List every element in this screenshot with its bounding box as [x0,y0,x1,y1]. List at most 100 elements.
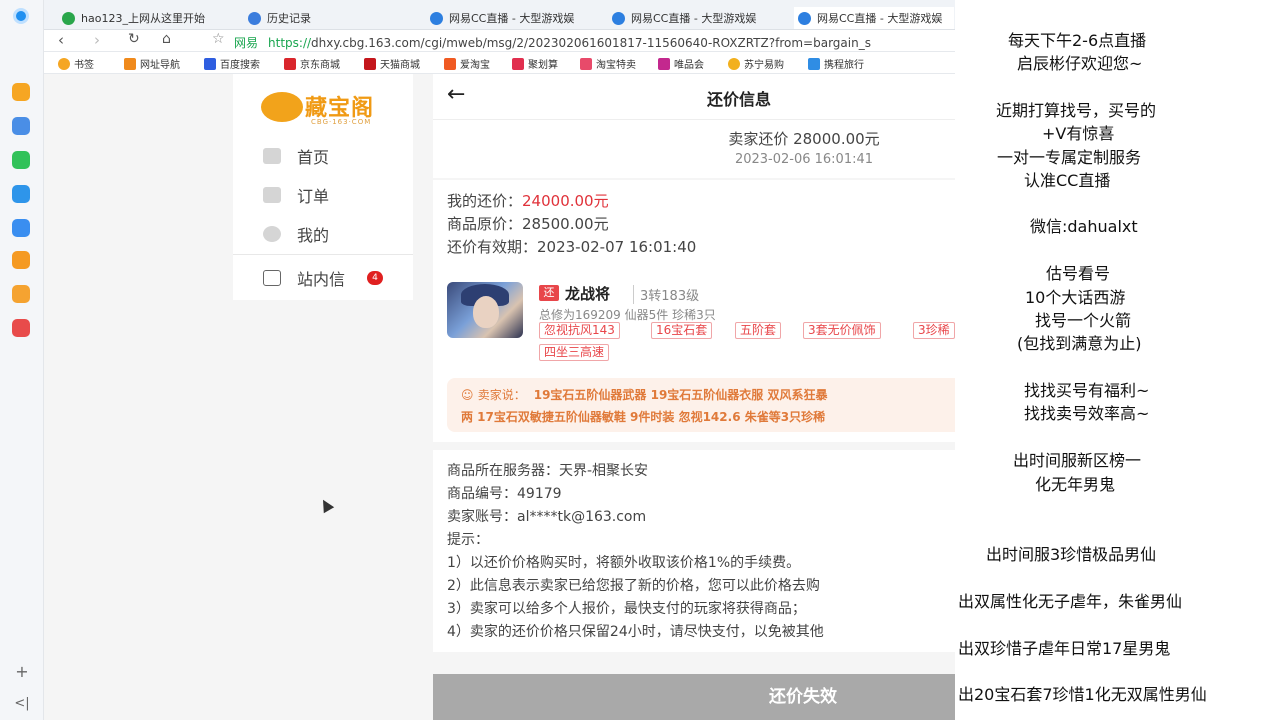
order-icon [263,187,281,203]
clock-icon[interactable] [12,117,30,135]
overlay-line: 找找买号有福利~ [1024,381,1150,400]
role-level: 3转183级 [633,285,699,304]
seller-offer: 卖家还价 28000.00元 2023-02-06 16:01:41 [433,120,955,178]
tab-label: 网易CC直播 - 大型游戏娱 [817,12,943,25]
overlay-line: 启辰彬仔欢迎您~ [1017,54,1143,73]
bookmark-label: 爱淘宝 [460,60,490,71]
seller-note-text: 19宝石五阶仙器武器 19宝石五阶仙器衣服 双风系狂暴 [533,388,828,402]
my-offer: 我的还价：24000.00元 [447,190,609,211]
nav-mine[interactable]: 我的 [263,222,329,246]
reload-icon[interactable]: ↻ [128,31,140,47]
bookmark-label: 淘宝特卖 [596,60,636,71]
logo-subtext: CBG·163·COM [311,118,372,126]
role-tag: 3珍稀 [913,322,955,339]
seller-offer-price: 卖家还价 28000.00元 [728,130,880,148]
star-icon[interactable]: ☆ [212,31,225,47]
overlay-line: 估号看号 [1046,264,1111,283]
star-bookmark-icon [58,57,70,70]
tab-cc-live-1[interactable]: 网易CC直播 - 大型游戏娱 [430,7,600,29]
wechat-icon[interactable] [12,151,30,169]
search-icon[interactable] [12,251,30,269]
game-icon[interactable] [12,319,30,337]
overlay-line: 每天下午2-6点直播 [1008,31,1147,50]
server-info: 商品所在服务器：天界-相聚长安 [447,463,649,479]
overlay-line: 近期打算找号，买号的 [996,101,1157,120]
favorites-icon[interactable] [12,83,30,101]
address-bar: ‹ › ↻ ⌂ ☆ 网易 https://dhxy.cbg.163.com/cgi… [44,30,955,52]
bargain-tag: 还 [539,285,559,301]
bookmark-icon [204,57,216,70]
overlay-line: 微信:dahualxt [1030,217,1138,236]
divider [233,254,413,255]
role-tag: 四坐三高速 [539,344,610,361]
forward-nav-icon[interactable]: › [94,31,100,49]
bookmark-item[interactable]: 书签 [58,56,94,71]
stream-overlay: 每天下午2-6点直播 启辰彬仔欢迎您~ 近期打算找号，买号的 +V有惊喜 一对一… [955,0,1280,720]
original-price: 商品原价：28500.00元 [447,215,609,233]
role-tag: 忽视抗风143 [539,322,620,339]
history-icon [248,11,261,25]
bookmark-icon [512,57,524,70]
cloud-icon[interactable] [12,219,30,237]
bookmark-item[interactable]: 爱淘宝 [444,56,490,71]
seller-note: ☺ 卖家说： 19宝石五阶仙器武器 19宝石五阶仙器衣服 双风系狂暴 两 17宝石… [447,378,955,432]
role-tags: 忽视抗风143 16宝石套 五阶套 3套无价佩饰 3珍稀 四坐三高速 [539,322,955,362]
cbg-logo[interactable]: 藏宝阁 CBG·163·COM [261,88,391,128]
bookmark-item[interactable]: 携程旅行 [808,56,864,71]
nav-messages[interactable]: 站内信 4 [263,266,384,290]
tip-line: 3）卖家可以给多个人报价，最快支付的玩家将获得商品； [447,601,806,617]
bookmark-label: 苏宁易购 [744,60,784,71]
add-icon[interactable]: + [0,662,44,681]
role-tag: 3套无价佩饰 [803,322,881,339]
tab-history[interactable]: 历史记录 [248,7,408,29]
bookmark-icon [728,57,740,70]
nav-orders[interactable]: 订单 [263,183,329,207]
bookmark-item[interactable]: 天猫商城 [364,56,420,71]
tab-label: 网易CC直播 - 大型游戏娱 [449,12,575,25]
bookmark-item[interactable]: 唯品会 [658,56,704,71]
header: ← 还价信息 [433,74,955,120]
site-nav: 藏宝阁 CBG·163·COM 首页 订单 我的 站内信 4 [233,74,413,300]
bookmark-item[interactable]: 京东商城 [284,56,340,71]
tab-cc-live-3[interactable]: 网易CC直播 - 大型游戏娱 [794,7,954,29]
my-offer-label: 我的还价： [447,192,523,210]
role-avatar[interactable] [447,282,523,338]
unread-badge: 4 [367,271,384,285]
screen: + <| hao123_上网从这里开始 历史记录 网易CC直播 - 大型游戏娱 … [0,0,1280,720]
folder-icon[interactable] [12,285,30,303]
tab-cc-live-2[interactable]: 网易CC直播 - 大型游戏娱 [612,7,782,29]
collapse-icon[interactable]: <| [0,696,44,711]
home-icon[interactable]: ⌂ [162,31,171,47]
bookmark-item[interactable]: 淘宝特卖 [580,56,636,71]
bookmark-icon [444,57,456,70]
browser-logo-icon[interactable] [13,8,29,24]
bookmark-item[interactable]: 网址导航 [124,56,180,71]
cc-live-icon [798,11,811,25]
gift-icon[interactable] [12,185,30,203]
cc-live-icon [430,11,443,25]
back-nav-icon[interactable]: ‹ [58,31,64,49]
bookmark-item[interactable]: 聚划算 [512,56,558,71]
bookmark-icon [658,57,670,70]
page-viewport: 藏宝阁 CBG·163·COM 首页 订单 我的 站内信 4 ← 还价信息 卖家… [44,74,955,720]
tip-line: 1）以还价价格购买时，将额外收取该价格1%的手续费。 [447,555,801,571]
overlay-line: 找号一个火箭 [1035,311,1132,330]
nav-label: 站内信 [297,270,346,289]
bookmark-label: 聚划算 [528,60,558,71]
url-path: dhxy.cbg.163.com/cgi/mweb/msg/2/20230206… [311,36,871,50]
chat-icon: ☺ [461,388,474,402]
bookmark-label: 天猫商城 [380,60,420,71]
bookmark-label: 百度搜索 [220,60,260,71]
tab-hao123[interactable]: hao123_上网从这里开始 [62,7,232,29]
seller-note-label: 卖家说： [477,388,526,402]
url-input[interactable]: 网易 https://dhxy.cbg.163.com/cgi/mweb/msg/… [234,34,934,51]
treasure-bag-icon [261,92,303,122]
tip-line: 4）卖家的还价价格只保留24小时，请尽快支付，以免被其他 [447,624,824,640]
role-name[interactable]: 龙战将 [565,283,610,304]
offer-expiry: 还价有效期：2023-02-07 16:01:40 [447,238,697,256]
bookmark-item[interactable]: 百度搜索 [204,56,260,71]
overlay-line: 出时间服3珍惜极品男仙 [986,545,1157,564]
nav-home[interactable]: 首页 [263,144,329,168]
bookmark-item[interactable]: 苏宁易购 [728,56,784,71]
bargain-expired-button[interactable]: 还价失效 [433,674,955,720]
